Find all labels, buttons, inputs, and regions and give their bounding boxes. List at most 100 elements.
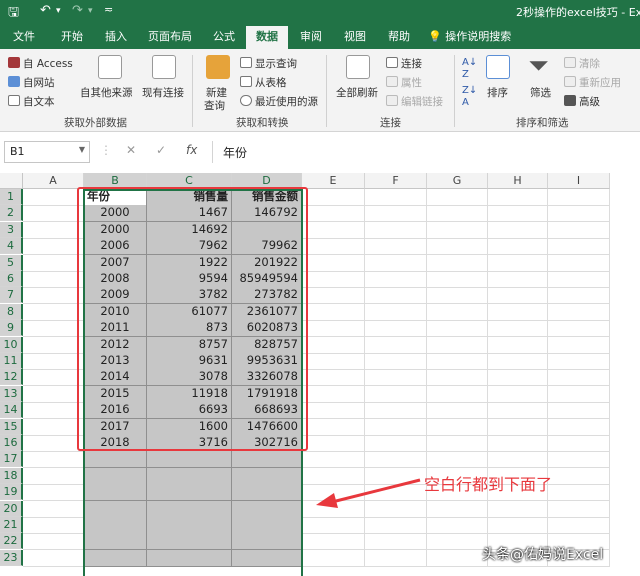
tab-file[interactable]: 文件 <box>4 26 44 49</box>
table-cell[interactable] <box>548 320 610 338</box>
row-header[interactable]: 15 <box>0 418 23 435</box>
table-cell[interactable] <box>23 238 84 256</box>
table-cell[interactable] <box>427 533 488 551</box>
table-cell[interactable] <box>23 221 84 239</box>
table-cell[interactable] <box>302 353 365 370</box>
redo-icon[interactable]: ↷ <box>72 3 83 18</box>
table-cell[interactable] <box>365 320 427 338</box>
table-cell[interactable] <box>302 238 365 256</box>
table-cell[interactable] <box>427 238 488 256</box>
table-cell[interactable] <box>302 549 365 567</box>
column-header-e[interactable]: E <box>302 173 365 189</box>
table-cell[interactable] <box>23 435 84 452</box>
row-header[interactable]: 2 <box>0 205 23 222</box>
table-cell[interactable] <box>548 353 610 370</box>
sort-za-icon[interactable]: Z↓ A <box>462 85 477 109</box>
table-cell[interactable] <box>548 435 610 452</box>
table-cell[interactable] <box>23 271 84 288</box>
table-cell[interactable] <box>302 533 365 551</box>
undo-icon[interactable]: ↶ <box>40 3 51 18</box>
table-cell[interactable] <box>302 303 365 321</box>
table-cell[interactable] <box>488 500 548 518</box>
recent-sources-button[interactable]: 最近使用的源 <box>240 94 318 109</box>
table-cell[interactable] <box>548 303 610 321</box>
table-cell[interactable] <box>23 549 84 567</box>
tab-view[interactable]: 视图 <box>336 26 374 49</box>
table-cell[interactable] <box>427 500 488 518</box>
from-table-button[interactable]: 从表格 <box>240 75 287 90</box>
table-cell[interactable] <box>427 549 488 567</box>
undo-dropdown-icon[interactable]: ▾ <box>56 6 61 16</box>
table-cell[interactable] <box>23 451 84 469</box>
table-cell[interactable] <box>427 287 488 305</box>
table-cell[interactable] <box>365 517 427 534</box>
table-cell[interactable] <box>365 369 427 387</box>
table-cell[interactable] <box>365 533 427 551</box>
table-cell[interactable] <box>488 385 548 403</box>
table-cell[interactable] <box>365 549 427 567</box>
table-cell[interactable] <box>23 320 84 338</box>
table-cell[interactable] <box>548 254 610 272</box>
table-cell[interactable] <box>488 336 548 354</box>
table-cell[interactable] <box>365 238 427 256</box>
name-box[interactable]: B1 ▼ <box>4 141 90 163</box>
table-cell[interactable] <box>488 517 548 534</box>
table-cell[interactable] <box>302 205 365 223</box>
table-cell[interactable] <box>488 189 548 206</box>
table-cell[interactable] <box>302 287 365 305</box>
row-header[interactable]: 17 <box>0 451 23 468</box>
table-cell[interactable] <box>302 451 365 469</box>
table-cell[interactable] <box>302 435 365 452</box>
table-cell[interactable] <box>548 287 610 305</box>
table-cell[interactable] <box>427 320 488 338</box>
table-cell[interactable] <box>488 254 548 272</box>
table-cell[interactable] <box>488 221 548 239</box>
clear-filter-button[interactable]: 清除 <box>564 56 600 71</box>
sort-az-icon[interactable]: A↓ Z <box>462 57 477 81</box>
table-cell[interactable] <box>23 369 84 387</box>
table-cell[interactable] <box>23 467 84 485</box>
row-header[interactable]: 12 <box>0 369 23 386</box>
table-cell[interactable] <box>488 205 548 223</box>
column-header-a[interactable]: A <box>23 173 84 189</box>
select-all-corner[interactable] <box>0 173 23 189</box>
table-cell[interactable] <box>365 353 427 370</box>
table-cell[interactable] <box>365 254 427 272</box>
table-cell[interactable] <box>427 435 488 452</box>
refresh-all-button[interactable]: 全部刷新 <box>336 85 378 100</box>
table-cell[interactable] <box>548 238 610 256</box>
table-cell[interactable] <box>365 418 427 436</box>
table-cell[interactable] <box>548 517 610 534</box>
customize-qat-icon[interactable]: ≂ <box>104 3 113 16</box>
table-cell[interactable] <box>488 435 548 452</box>
table-cell[interactable] <box>302 320 365 338</box>
table-cell[interactable] <box>548 369 610 387</box>
row-header[interactable]: 5 <box>0 254 23 271</box>
formula-input[interactable]: 年份 <box>212 141 640 163</box>
row-header[interactable]: 4 <box>0 238 23 255</box>
table-cell[interactable] <box>548 385 610 403</box>
insert-function-icon[interactable]: fx <box>186 143 197 157</box>
reapply-button[interactable]: 重新应用 <box>564 75 621 90</box>
table-cell[interactable] <box>23 533 84 551</box>
table-cell[interactable] <box>427 271 488 288</box>
table-cell[interactable] <box>488 303 548 321</box>
table-cell[interactable] <box>365 205 427 223</box>
tab-review[interactable]: 审阅 <box>292 26 330 49</box>
table-cell[interactable] <box>23 189 84 206</box>
table-cell[interactable] <box>23 205 84 223</box>
table-cell[interactable] <box>365 287 427 305</box>
table-cell[interactable] <box>302 517 365 534</box>
table-cell[interactable] <box>488 320 548 338</box>
table-cell[interactable] <box>302 385 365 403</box>
table-cell[interactable] <box>488 369 548 387</box>
table-cell[interactable] <box>427 418 488 436</box>
table-cell[interactable] <box>427 303 488 321</box>
show-queries-button[interactable]: 显示查询 <box>240 56 297 71</box>
row-header[interactable]: 20 <box>0 500 23 517</box>
table-cell[interactable] <box>548 500 610 518</box>
table-cell[interactable] <box>23 418 84 436</box>
row-header[interactable]: 10 <box>0 336 23 353</box>
redo-dropdown-icon[interactable]: ▾ <box>88 6 93 16</box>
column-header-h[interactable]: H <box>488 173 548 189</box>
